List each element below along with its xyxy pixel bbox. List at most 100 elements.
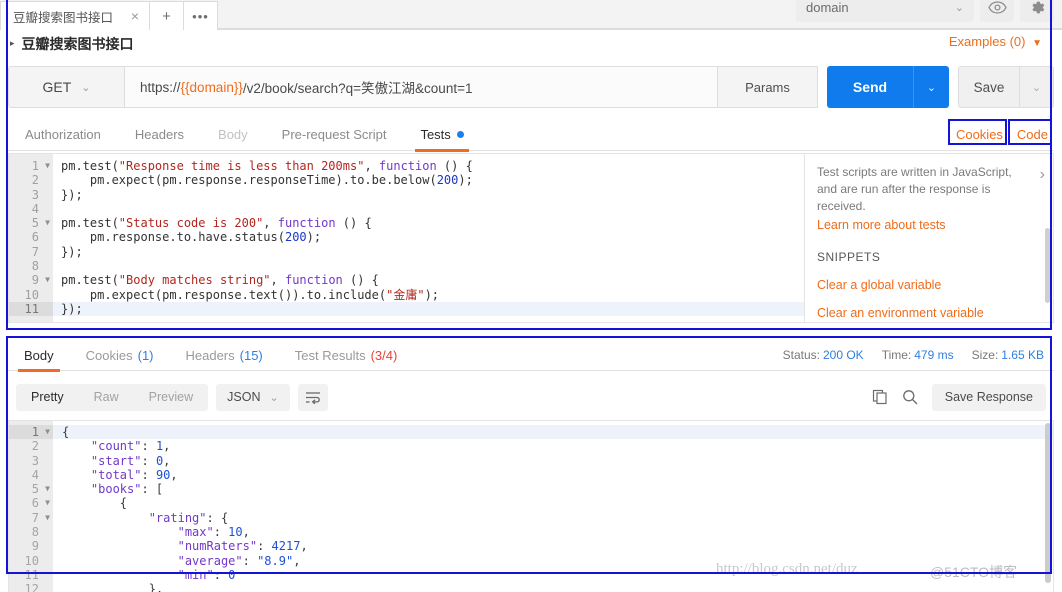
code-line: "average": "8.9",: [62, 554, 1053, 568]
tab-options-icon[interactable]: •••: [184, 1, 218, 30]
word-wrap-icon[interactable]: [297, 383, 328, 411]
response-tab-label: Body: [24, 347, 54, 363]
code-token: "金庸": [386, 287, 425, 302]
save-response-button[interactable]: Save Response: [931, 383, 1046, 411]
chevron-right-icon[interactable]: ▸: [10, 38, 15, 49]
code-token: :: [141, 439, 156, 454]
code-line: "min": 0: [62, 568, 1053, 582]
code-token: :: [242, 553, 258, 568]
learn-more-link[interactable]: Learn more about tests: [817, 218, 1039, 232]
response-line-numbers: 1 ▼ 2 3 4 5 ▼ 6 ▼ 7 ▼ 8 9 10 11 12: [9, 421, 53, 592]
line-number: 3: [31, 187, 39, 202]
environment-select[interactable]: domain ⌄: [796, 0, 974, 22]
request-tab-body[interactable]: Body: [201, 118, 265, 151]
code-token: "average": [177, 553, 243, 568]
postman-window: 豆瓣搜索图书接口 × + ••• domain ⌄ ▸ 豆瓣搜索图书接口 Exa…: [0, 0, 1062, 592]
code-token: 200: [284, 230, 307, 245]
response-scrollbar[interactable]: [1045, 423, 1051, 583]
line-number: 11: [24, 567, 39, 582]
code-fold-icon[interactable]: ▼: [45, 425, 50, 439]
response-tab-count: (15): [239, 347, 263, 363]
code-fold-icon[interactable]: ▼: [45, 273, 50, 287]
line-number: 2: [31, 439, 39, 454]
url-prefix: https://: [140, 79, 181, 95]
code-line: pm.expect(pm.response.text()).to.include…: [61, 288, 804, 302]
request-tab-label: 豆瓣搜索图书接口: [13, 10, 114, 25]
code-line: "start": 0,: [62, 454, 1053, 468]
copy-icon[interactable]: [872, 389, 888, 405]
code-fold-icon[interactable]: ▼: [45, 482, 50, 496]
response-tab-cookies[interactable]: Cookies (1): [70, 340, 170, 371]
code-link[interactable]: Code: [1017, 127, 1048, 142]
http-method-label: GET: [42, 79, 72, 95]
response-view-preview[interactable]: Preview: [134, 384, 208, 411]
request-tab-active[interactable]: 豆瓣搜索图书接口 ×: [0, 1, 150, 30]
request-tab-tests[interactable]: Tests: [403, 118, 480, 152]
line-number: 8: [31, 259, 39, 274]
line-number: 11: [9, 301, 53, 317]
request-tabs: Authorization Headers Body Pre-request Scri…: [8, 118, 1054, 152]
time-label: Time:: [881, 348, 912, 362]
request-tab-pre-request-script[interactable]: Pre-request Script: [265, 118, 404, 151]
code-token: ,: [270, 273, 285, 288]
snippets-heading: SNIPPETS: [817, 250, 881, 265]
code-token: );: [306, 230, 322, 245]
code-fold-icon[interactable]: ▼: [45, 496, 50, 510]
response-tab-label: Headers: [185, 347, 235, 363]
snippet-link[interactable]: Clear a global variable: [817, 278, 1039, 292]
code-token: pm.expect(pm.response.responseTime).to.b…: [61, 173, 437, 188]
response-view-raw[interactable]: Raw: [79, 384, 134, 411]
code-line: });: [61, 245, 804, 259]
snippet-link[interactable]: Clear an environment variable: [817, 306, 1039, 320]
tests-code-editor[interactable]: 1 ▼ 2 3 4 5 ▼ 6 7 8 9 ▼ 10 11 pm.test("Response time …: [9, 154, 804, 322]
request-tab-authorization[interactable]: Authorization: [8, 118, 118, 151]
response-body-viewer: 1 ▼ 2 3 4 5 ▼ 6 ▼ 7 ▼ 8 9 10 11 12 { "count": 1, "start…: [8, 420, 1054, 592]
panel-scrollbar[interactable]: [1045, 228, 1050, 303]
url-input[interactable]: https://{{domain}}/v2/book/search?q=笑傲江湖…: [125, 66, 718, 108]
time-meta: Time: 479 ms: [882, 348, 954, 362]
chevron-down-icon: ⌄: [269, 391, 279, 404]
code-fold-icon[interactable]: ▼: [45, 159, 50, 173]
response-tab-headers[interactable]: Headers (15): [170, 340, 279, 371]
save-options-icon[interactable]: ⌄: [1020, 66, 1054, 108]
environment-bar: domain ⌄: [796, 0, 1054, 22]
send-button[interactable]: Send: [827, 66, 913, 108]
response-tab-body[interactable]: Body: [8, 340, 70, 372]
examples-dropdown[interactable]: Examples (0) ▼: [949, 34, 1042, 49]
response-view-pretty[interactable]: Pretty: [16, 384, 79, 411]
request-tab-headers[interactable]: Headers: [118, 118, 201, 151]
search-icon[interactable]: [902, 389, 918, 405]
send-options-icon[interactable]: ⌄: [913, 66, 949, 108]
response-body-code[interactable]: { "count": 1, "start": 0, "total": 90, "…: [53, 421, 1053, 592]
eye-icon[interactable]: [980, 0, 1014, 22]
code-fold-icon[interactable]: ▼: [45, 511, 50, 525]
close-icon[interactable]: ×: [131, 8, 139, 24]
http-method-select[interactable]: GET ⌄: [8, 66, 125, 108]
url-bar: GET ⌄ https://{{domain}}/v2/book/search?…: [8, 66, 1054, 108]
new-tab-button[interactable]: +: [150, 1, 184, 30]
params-button[interactable]: Params: [718, 66, 818, 108]
response-tab-test-results[interactable]: Test Results (3/4): [279, 340, 414, 371]
code-line: "rating": {: [62, 511, 1053, 525]
line-number: 1 ▼: [9, 425, 53, 440]
request-tab-label: Authorization: [25, 126, 101, 142]
code-line: "numRaters": 4217,: [62, 539, 1053, 553]
code-token: pm.test(: [61, 273, 119, 288]
time-value: 479 ms: [914, 348, 954, 362]
code-token: );: [458, 173, 473, 188]
response-format-label: JSON: [227, 390, 261, 404]
chevron-down-icon: ▼: [1032, 38, 1042, 49]
gear-icon[interactable]: [1020, 0, 1054, 22]
code-fold-icon[interactable]: ▼: [45, 216, 50, 230]
editor-code[interactable]: pm.test("Response time is less than 200m…: [53, 154, 804, 322]
response-format-select[interactable]: JSON ⌄: [216, 383, 290, 411]
line-number: 7 ▼: [31, 510, 50, 525]
code-token: "start": [90, 453, 142, 468]
cookies-link[interactable]: Cookies: [956, 127, 1003, 142]
chevron-right-icon[interactable]: ›: [1040, 166, 1045, 184]
code-token: "max": [177, 525, 214, 540]
save-button[interactable]: Save: [958, 66, 1020, 108]
